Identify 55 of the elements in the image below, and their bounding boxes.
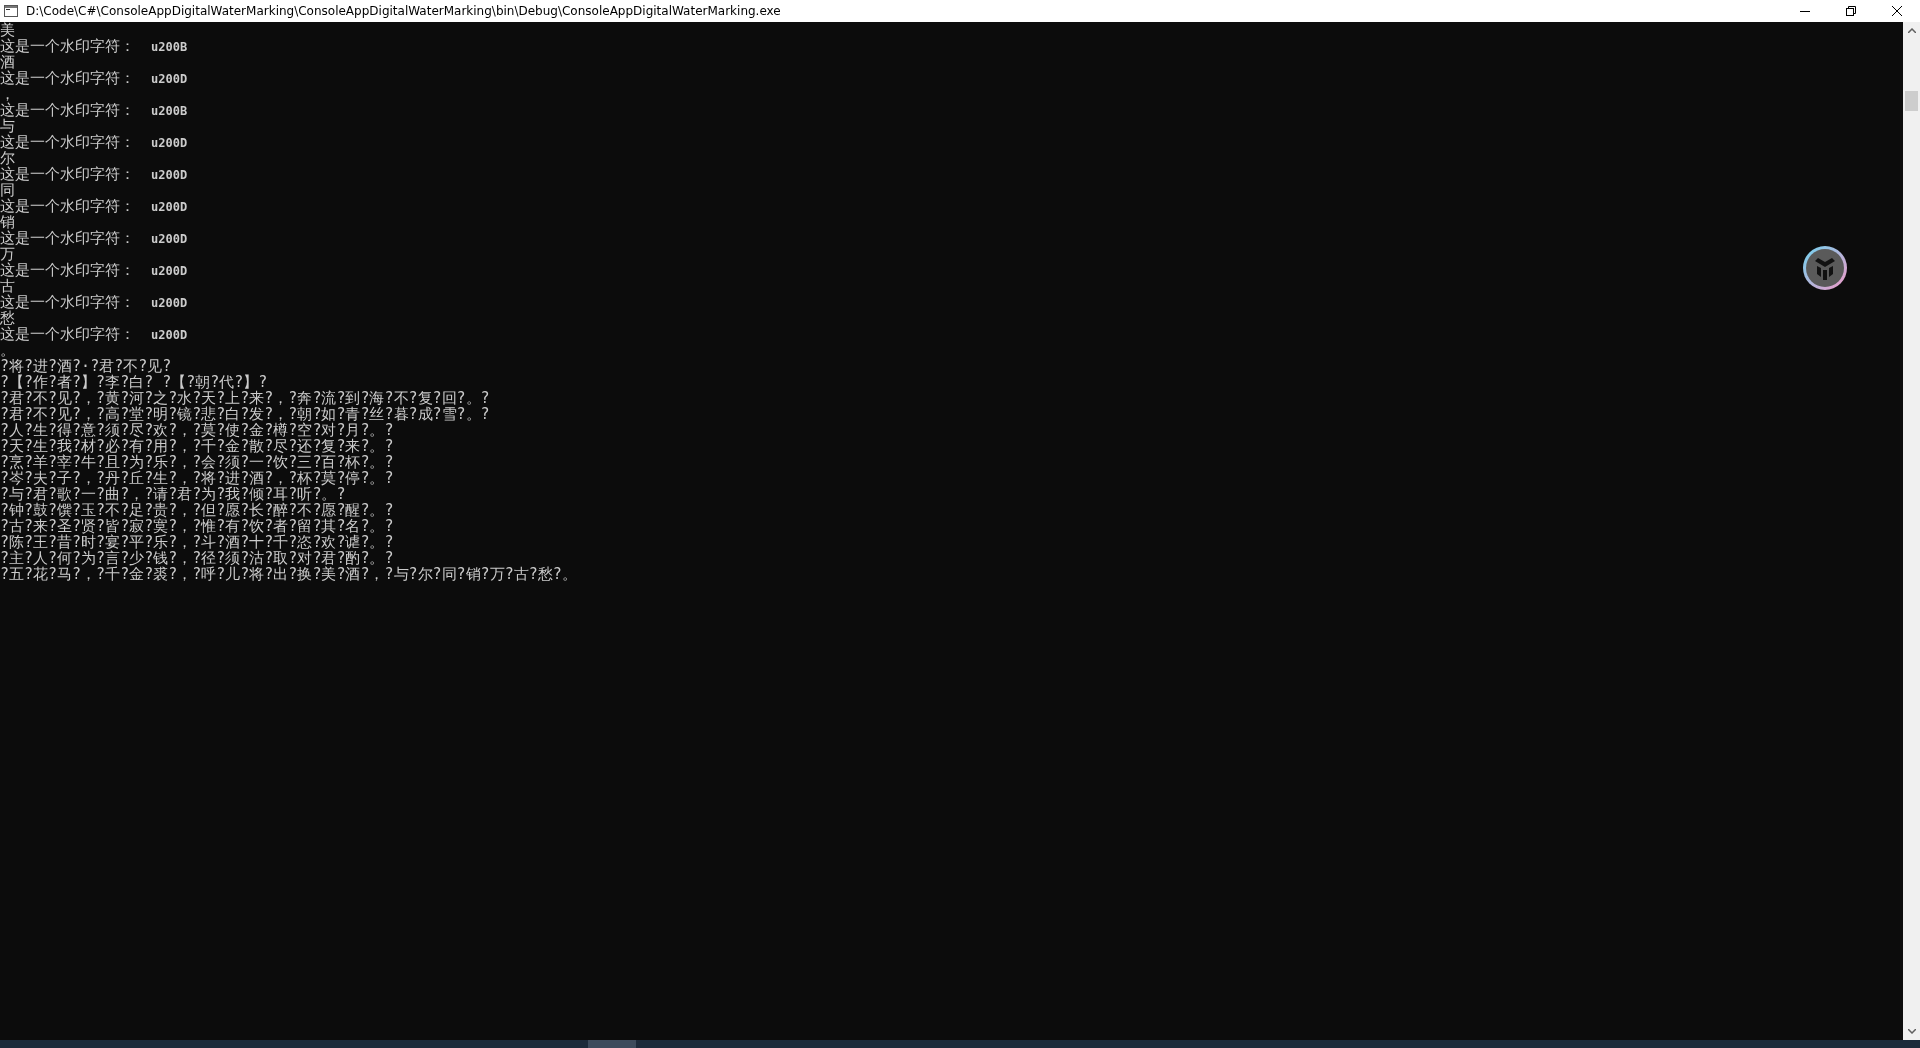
console-line: 古 [0, 278, 15, 294]
console-line: 美 [0, 22, 15, 38]
console-line: ?君?不?见?，?高?堂?明?镜?悲?白?发?，?朝?如?青?丝?暮?成?雪?。? [0, 406, 491, 422]
watermark-label: 这是一个水印字符： [0, 37, 135, 55]
console-line: ?君?不?见?，?黄?河?之?水?天?上?来?，?奔?流?到?海?不?复?回?。? [0, 390, 491, 406]
console-line: ?烹?羊?宰?牛?且?为?乐?，?会?须?一?饮?三?百?杯?。? [0, 454, 395, 470]
scroll-thumb[interactable] [1905, 91, 1918, 111]
close-icon [1892, 6, 1902, 16]
console-line: ?岑?夫?子?，?丹?丘?生?，?将?进?酒?，?杯?莫?停?。? [0, 470, 395, 486]
watermark-label: 这是一个水印字符： [0, 325, 135, 343]
chevron-up-icon [1907, 28, 1916, 33]
watermark-label: 这是一个水印字符： [0, 293, 135, 311]
scrollbar[interactable] [1903, 22, 1920, 1040]
watermark-code: u200D [151, 328, 188, 342]
watermark-code: u200D [151, 232, 188, 246]
restore-icon [1846, 6, 1856, 16]
console-line: ?五?花?马?，?千?金?裘?，?呼?儿?将?出?换?美?酒?，?与?尔?同?销?万?古?愁?。 [0, 566, 578, 582]
floating-assistant-icon[interactable] [1801, 244, 1849, 292]
watermark-code: u200D [151, 264, 188, 278]
watermark-code: u200B [151, 104, 188, 118]
watermark-label: 这是一个水印字符： [0, 133, 135, 151]
watermark-code: u200D [151, 168, 188, 182]
console-line: ?与?君?歌?一?曲?，?请?君?为?我?倾?耳?听?。? [0, 486, 347, 502]
console-line: ， [0, 86, 15, 102]
console-line: ?陈?王?昔?时?宴?平?乐?，?斗?酒?十?千?恣?欢?谑?。? [0, 534, 395, 550]
watermark-label: 这是一个水印字符： [0, 101, 135, 119]
console-line: ?钟?鼓?馔?玉?不?足?贵?，?但?愿?长?醉?不?愿?醒?。? [0, 502, 395, 518]
console-line: ?主?人?何?为?言?少?钱?，?径?须?沽?取?对?君?酌?。? [0, 550, 394, 566]
watermark-code: u200D [151, 296, 188, 310]
watermark-code: u200D [151, 136, 188, 150]
console-line: ?【?作?者?】?李?白? ?【?朝?代?】? [0, 374, 269, 390]
console-app-icon [4, 5, 18, 17]
console-line: 愁 [0, 310, 15, 326]
console-line: 尔 [0, 150, 15, 166]
watermark-label: 这是一个水印字符： [0, 229, 135, 247]
watermark-label: 这是一个水印字符： [0, 197, 135, 215]
console-line: ?人?生?得?意?须?尽?欢?，?莫?使?金?樽?空?对?月?。? [0, 422, 395, 438]
taskbar-item[interactable] [588, 1040, 636, 1048]
console-line: ?古?来?圣?贤?皆?寂?寞?，?惟?有?饮?者?留?其?名?。? [0, 518, 395, 534]
console-line: 万 [0, 246, 15, 262]
chevron-down-icon [1907, 1029, 1916, 1034]
watermark-label: 这是一个水印字符： [0, 165, 135, 183]
watermark-label: 这是一个水印字符： [0, 69, 135, 87]
console-line: 。 [0, 342, 16, 358]
watermark-code: u200D [151, 72, 188, 86]
console-line: ?将?进?酒?·?君?不?见? [0, 358, 173, 374]
console-line: 酒 [0, 54, 15, 70]
window-title: D:\Code\C#\ConsoleAppDigitalWaterMarking\ConsoleAppDigitalWaterMarking\bin\Debug\ConsoleAppDigitalWaterMarking.exe [26, 3, 782, 20]
watermark-label: 这是一个水印字符： [0, 261, 135, 279]
console-line: 销 [0, 214, 15, 230]
console-line: 与 [0, 118, 15, 134]
watermark-code: u200D [151, 200, 188, 214]
console-line: 同 [0, 182, 15, 198]
watermark-code: u200B [151, 40, 188, 54]
console-line: ?天?生?我?材?必?有?用?，?千?金?散?尽?还?复?来?。? [0, 438, 395, 454]
